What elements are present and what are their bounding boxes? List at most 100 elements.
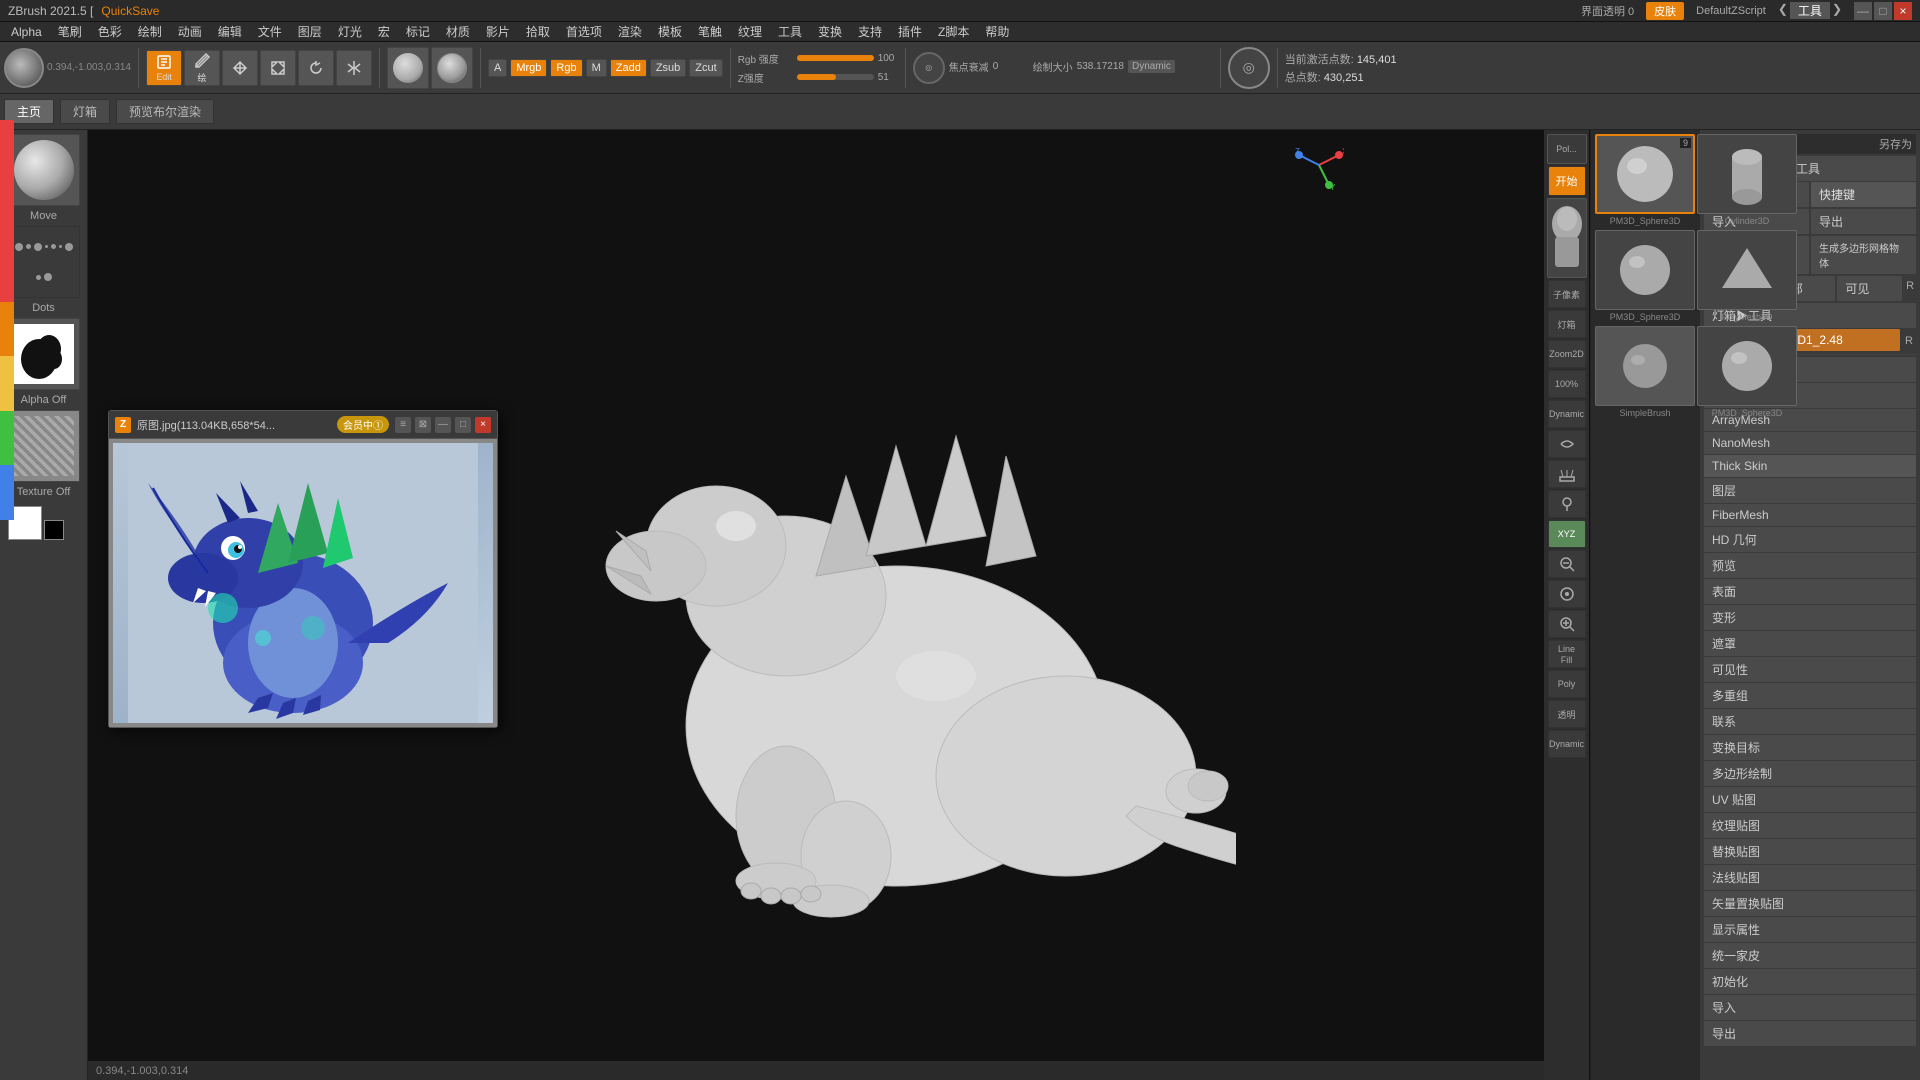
export-btn2[interactable]: 导出: [1704, 1021, 1916, 1046]
rgb-btn[interactable]: Rgb: [550, 59, 582, 77]
edit-btn[interactable]: Edit: [146, 50, 182, 86]
menu-render[interactable]: 渲染: [611, 21, 649, 42]
canvas-area[interactable]: X Y Z Z 原图.jpg(113.04KB,658*54... 会员中① ≡…: [88, 130, 1544, 1080]
dynamic-mini-btn[interactable]: Dynamic: [1548, 400, 1586, 428]
unified-skin-btn[interactable]: 统一家皮: [1704, 943, 1916, 968]
menu-alpha[interactable]: Alpha: [4, 23, 49, 41]
dynamic-btn[interactable]: Dynamic: [1128, 60, 1175, 73]
surface-btn[interactable]: 表面: [1704, 579, 1916, 604]
menu-draw[interactable]: 绘制: [131, 21, 169, 42]
floor-btn[interactable]: [1548, 460, 1586, 488]
close-btn[interactable]: ×: [1894, 2, 1912, 20]
line-fill-btn[interactable]: Line Fill: [1548, 640, 1586, 668]
float-window[interactable]: Z 原图.jpg(113.04KB,658*54... 会员中① ≡ ⊠ — □…: [108, 410, 498, 728]
alpha-thumb[interactable]: [8, 318, 80, 390]
menu-macro[interactable]: 宏: [371, 21, 397, 42]
fibermesh-btn[interactable]: FiberMesh: [1704, 504, 1916, 526]
texture-map-btn[interactable]: 纹理贴图: [1704, 813, 1916, 838]
layer-btn[interactable]: 图层: [1704, 478, 1916, 503]
tool-thumb-3[interactable]: PM3D_Sphere3D: [1595, 230, 1695, 322]
zsub-btn[interactable]: Zsub: [650, 59, 686, 77]
win-minimize-btn[interactable]: —: [435, 417, 451, 433]
tool-thumb-5[interactable]: SimpleBrush: [1595, 326, 1695, 418]
100pct-btn[interactable]: 100%: [1548, 370, 1586, 398]
interface-transparency[interactable]: 界面透明 0: [1581, 3, 1634, 19]
export-btn[interactable]: 导出: [1811, 209, 1916, 234]
normal-map-btn[interactable]: 法线贴图: [1704, 865, 1916, 890]
tab-preview-render[interactable]: 预览布尔渲染: [116, 99, 214, 124]
skin-btn[interactable]: 皮肤: [1646, 2, 1684, 20]
center-btn[interactable]: [1548, 580, 1586, 608]
tool-thumb-6[interactable]: PM3D_Sphere3D: [1697, 326, 1797, 418]
win-menu-btn[interactable]: ≡: [395, 417, 411, 433]
menu-help[interactable]: 帮助: [978, 21, 1016, 42]
float-window-titlebar[interactable]: Z 原图.jpg(113.04KB,658*54... 会员中① ≡ ⊠ — □…: [109, 411, 497, 439]
zoom-out-btn[interactable]: [1548, 550, 1586, 578]
zoom2d-btn[interactable]: Zoom2D: [1548, 340, 1586, 368]
import-btn2[interactable]: 导入: [1704, 995, 1916, 1020]
rgb-intensity-slider[interactable]: [797, 55, 874, 61]
uv-map-btn[interactable]: UV 贴图: [1704, 787, 1916, 812]
tool-thumb-1[interactable]: 9 PM3D_Sphere3D: [1595, 134, 1695, 226]
m-btn[interactable]: M: [586, 59, 607, 77]
script-btn[interactable]: DefaultZScript: [1696, 5, 1766, 17]
dynamic-btn2[interactable]: Dynamic: [1548, 730, 1586, 758]
replace-texture-btn[interactable]: 替换贴图: [1704, 839, 1916, 864]
background-color[interactable]: [44, 520, 64, 540]
generate-poly-btn[interactable]: 生成多边形网格物体: [1811, 236, 1916, 274]
save-as-btn[interactable]: 另存为: [1879, 136, 1912, 152]
deform-btn[interactable]: [1548, 430, 1586, 458]
tool-thumb-2[interactable]: Cylinder3D: [1697, 134, 1797, 226]
symmetry-btn[interactable]: [336, 50, 372, 86]
morph-target-btn[interactable]: 变换目标: [1704, 735, 1916, 760]
visibility-btn[interactable]: 可见性: [1704, 657, 1916, 682]
menu-edit[interactable]: 编辑: [211, 21, 249, 42]
win-tile-btn[interactable]: ⊠: [415, 417, 431, 433]
scale-btn[interactable]: [260, 50, 296, 86]
transparent-btn[interactable]: 透明: [1548, 700, 1586, 728]
z-intensity-slider[interactable]: [797, 74, 874, 80]
menu-plugin[interactable]: 插件: [891, 21, 929, 42]
tool-thumb-4[interactable]: PolyMesh3D: [1697, 230, 1797, 322]
sphere-mode-btn[interactable]: [387, 47, 429, 89]
color-chips[interactable]: [8, 506, 80, 542]
quicksave-btn[interactable]: QuickSave: [101, 4, 159, 18]
pol-btn[interactable]: Pol...: [1547, 134, 1587, 164]
start-btn[interactable]: 开始: [1548, 166, 1586, 196]
vector-disp-btn[interactable]: 矢量置换贴图: [1704, 891, 1916, 916]
head-3d-preview[interactable]: [1547, 198, 1587, 278]
win-maximize-btn[interactable]: □: [455, 417, 471, 433]
texture-thumb[interactable]: [8, 410, 80, 482]
menu-transform[interactable]: 变换: [811, 21, 849, 42]
contact-btn[interactable]: 联系: [1704, 709, 1916, 734]
minimize-btn[interactable]: —: [1854, 2, 1872, 20]
brush-preview[interactable]: [8, 134, 80, 206]
menu-movie[interactable]: 影片: [479, 21, 517, 42]
pin-btn[interactable]: [1548, 490, 1586, 518]
rotate-btn[interactable]: [298, 50, 334, 86]
menu-material[interactable]: 材质: [439, 21, 477, 42]
lightbox-mini-btn[interactable]: 灯箱: [1548, 310, 1586, 338]
initialize-btn[interactable]: 初始化: [1704, 969, 1916, 994]
thick-skin-btn[interactable]: Thick Skin: [1704, 455, 1916, 477]
display-prop-btn[interactable]: 显示属性: [1704, 917, 1916, 942]
win-close-btn[interactable]: ×: [475, 417, 491, 433]
flat-mode-btn[interactable]: [431, 47, 473, 89]
menu-light[interactable]: 灯光: [331, 21, 369, 42]
menu-tool[interactable]: 工具: [771, 21, 809, 42]
menu-color[interactable]: 色彩: [91, 21, 129, 42]
shortcut-btn[interactable]: 快捷键: [1811, 182, 1916, 207]
visible-btn[interactable]: 可见: [1837, 276, 1902, 301]
nav-wheel[interactable]: ◎: [913, 52, 945, 84]
deform-btn2[interactable]: 变形: [1704, 605, 1916, 630]
menu-preferences[interactable]: 首选项: [559, 21, 609, 42]
menu-layer[interactable]: 图层: [291, 21, 329, 42]
xyz-btn[interactable]: XYZ: [1548, 520, 1586, 548]
nanomesh-btn[interactable]: NanoMesh: [1704, 432, 1916, 454]
nav-sphere[interactable]: [4, 48, 44, 88]
polypaint-btn[interactable]: 多边形绘制: [1704, 761, 1916, 786]
hd-geo-btn[interactable]: HD 几何: [1704, 527, 1916, 552]
menu-template[interactable]: 模板: [651, 21, 689, 42]
nav-circle-btn[interactable]: ◎: [1228, 47, 1270, 89]
poly-btn2[interactable]: Poly: [1548, 670, 1586, 698]
